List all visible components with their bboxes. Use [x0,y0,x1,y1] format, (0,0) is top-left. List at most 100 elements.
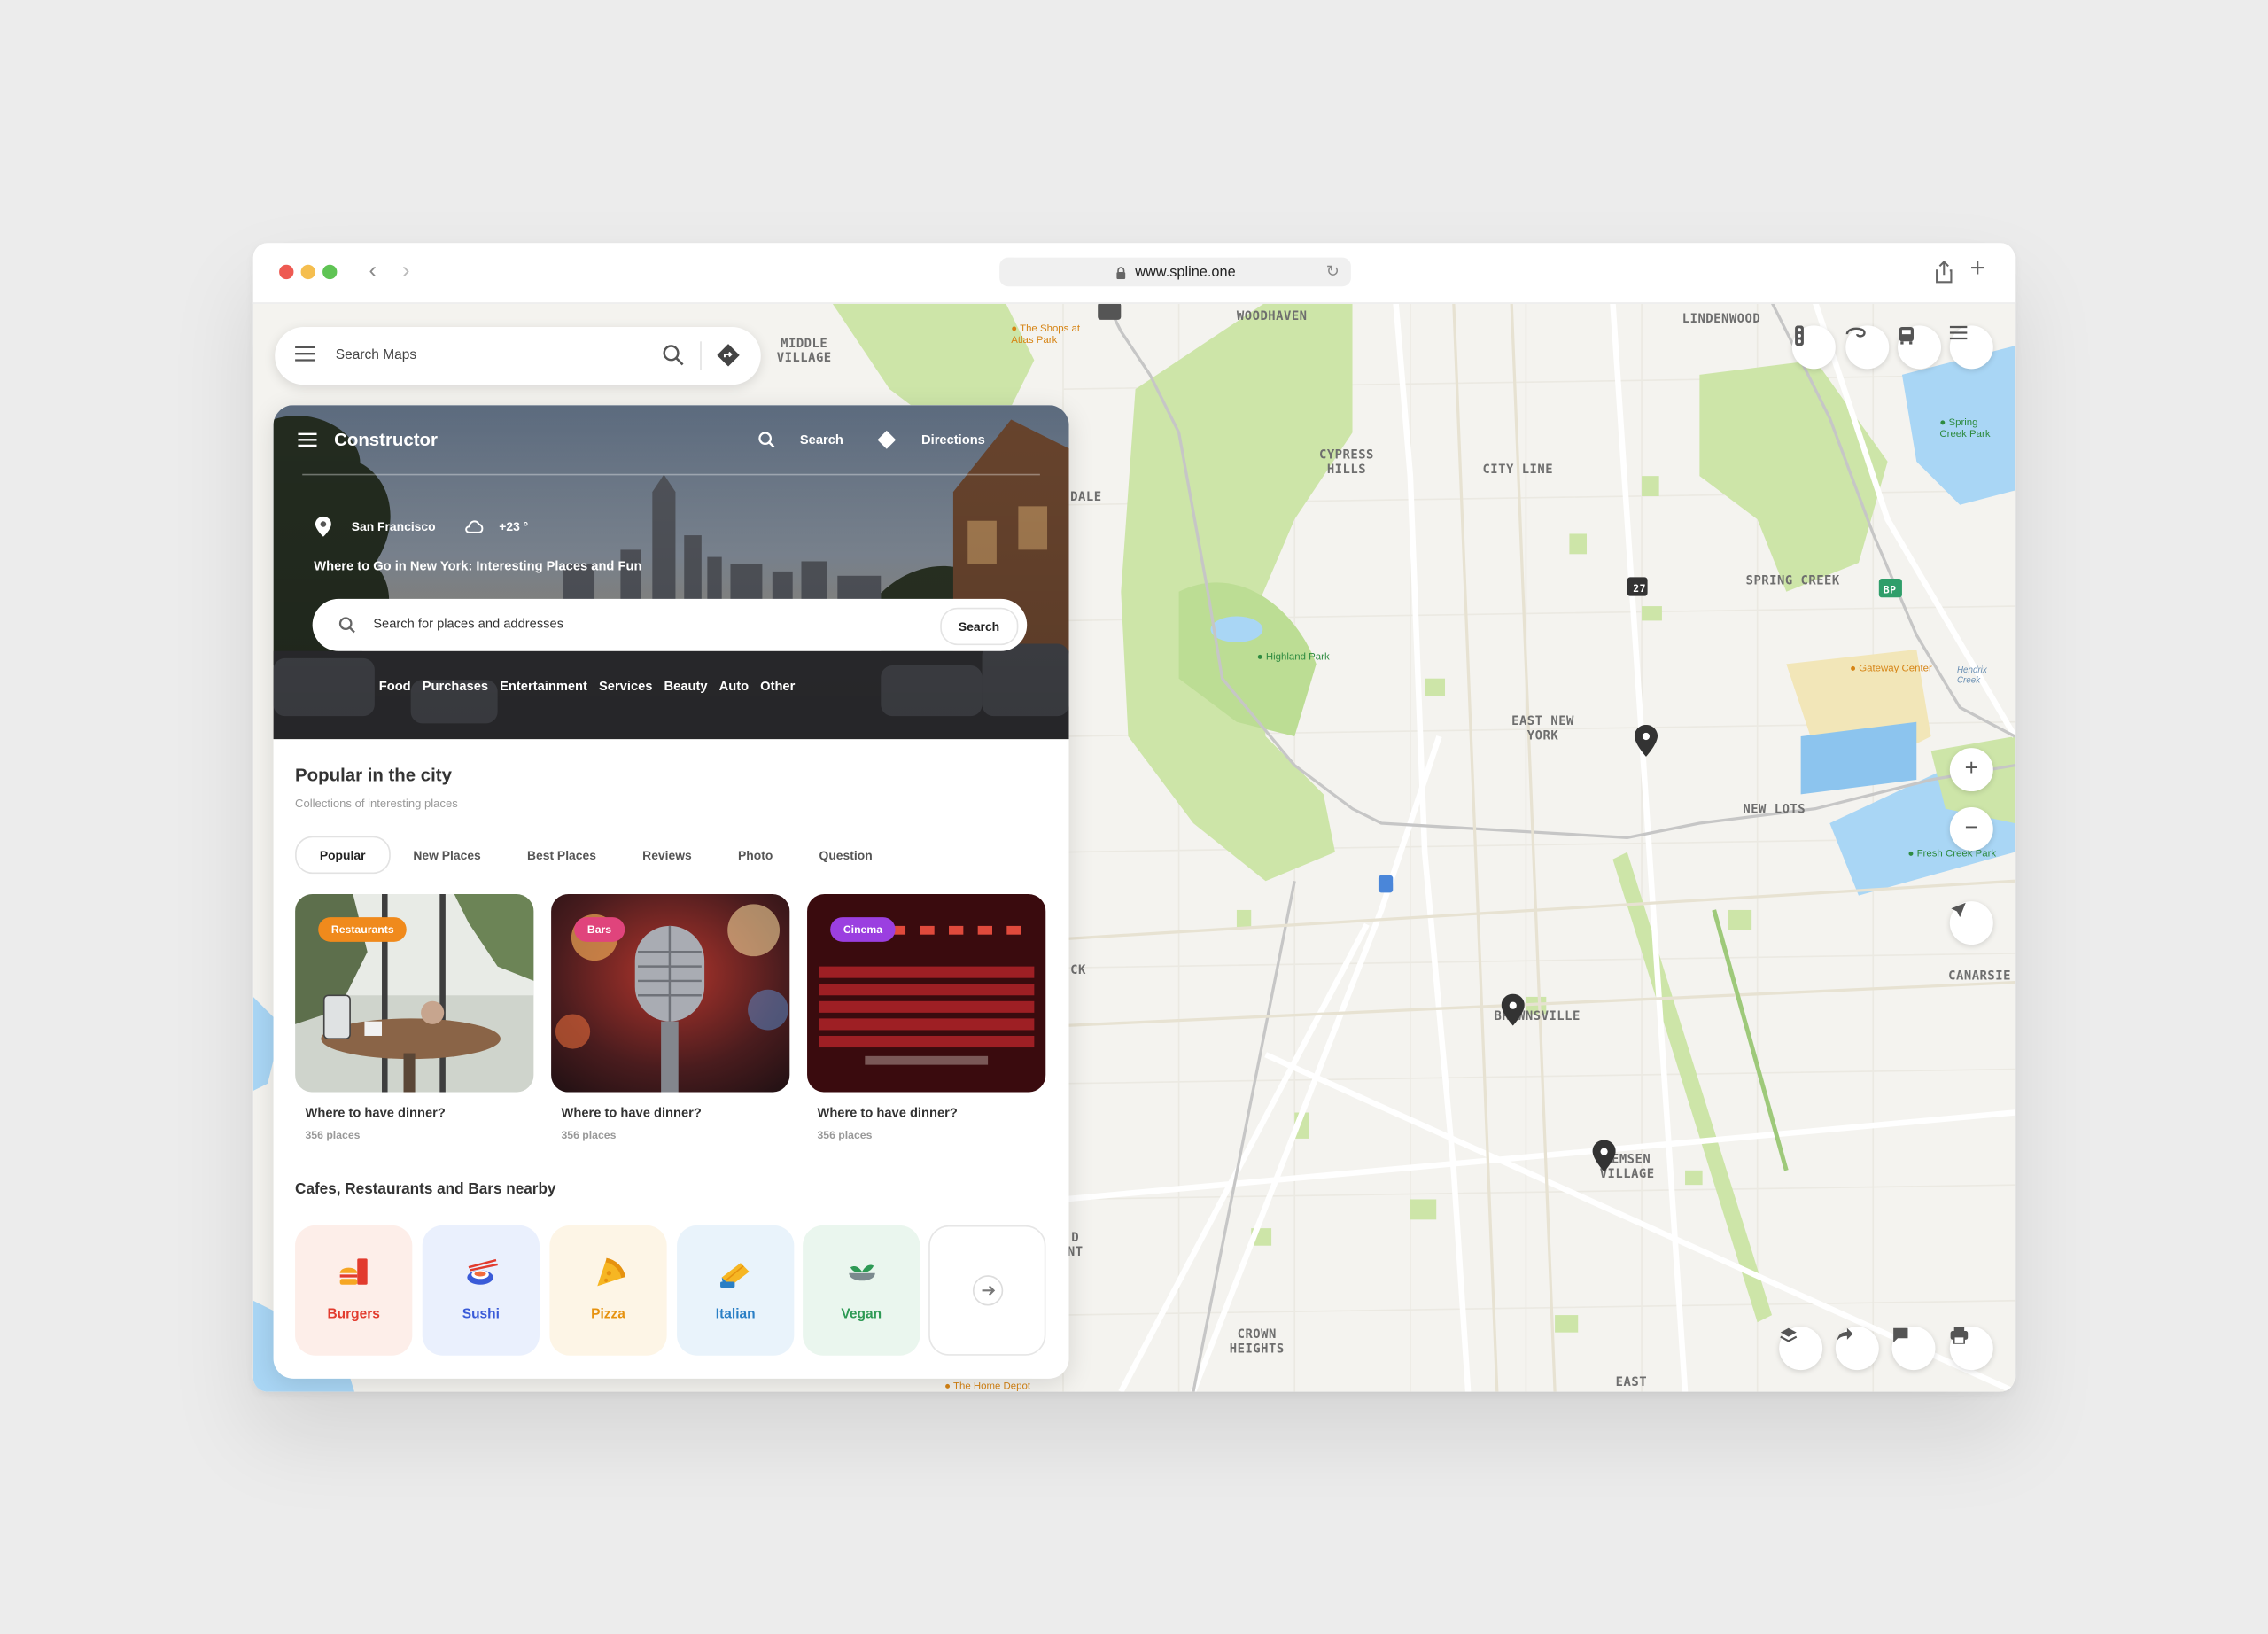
card-count: 356 places [305,1128,361,1142]
locate-me-icon[interactable] [1949,901,1993,945]
poi-pin-icon: ● [1939,417,1949,429]
search-icon [338,617,355,634]
places-search-box[interactable]: Search for places and addresses Search [312,598,1028,651]
route-icon[interactable] [1845,325,1890,370]
poi-shops-atlas[interactable]: ● The Shops at Atlas Park [1011,324,1080,347]
hero-banner: Constructor Search Directions San Franci… [273,405,1069,740]
vegan-icon [848,1264,874,1281]
poi-pin-icon: ● [1907,849,1917,860]
maximize-window-button[interactable] [322,264,338,280]
category-entertainment[interactable]: Entertainment [500,679,587,693]
poi-spring-creek-park[interactable]: ● Spring Creek Park [1939,418,1990,441]
poi-home-depot[interactable]: ● The Home Depot [944,1381,1030,1391]
card-image: Bars [551,893,790,1093]
constructor-panel: Constructor Search Directions San Franci… [273,405,1069,1379]
hero-headline: Where to Go in New York: Interesting Pla… [314,558,642,573]
category-purchases[interactable]: Purchases [423,679,488,693]
poi-fresh-creek-park[interactable]: ● Fresh Creek Park [1907,849,1996,859]
search-icon[interactable] [663,345,684,366]
lock-icon [1115,266,1125,279]
poi-highland-park[interactable]: ● Highland Park [1257,652,1330,662]
hamburger-menu-icon[interactable] [298,432,317,447]
italian-icon [719,1263,749,1288]
menu-icon[interactable] [1949,325,1993,370]
places-search-button[interactable]: Search [939,607,1019,646]
tab-popular[interactable]: Popular [295,836,391,875]
collection-card-restaurants[interactable]: Restaurants Where to have dinner? 356 pl… [295,893,534,1142]
collection-card-cinema[interactable]: Cinema Where to have dinner? 356 places [807,893,1046,1141]
print-icon[interactable] [1949,1327,1993,1371]
layers-icon[interactable] [1779,1327,1823,1371]
transit-icon[interactable] [1898,325,1942,370]
directions-icon[interactable] [716,343,741,368]
arrow-right-icon [972,1275,1003,1306]
sushi-icon [466,1258,498,1285]
browser-window: ‹ › www.spline.one ↻ + 27 BP MIDDLE VILL… [252,243,2016,1392]
reload-icon[interactable]: ↻ [1326,262,1340,281]
map-label-east-new-york: EAST NEW YORK [1511,714,1574,744]
map-label-woodhaven: WOODHAVEN [1236,309,1308,324]
tile-label: Sushi [462,1306,500,1323]
places-search-placeholder[interactable]: Search for places and addresses [373,617,563,631]
traffic-icon[interactable] [1791,325,1836,370]
map-search-bar[interactable]: Search Maps [275,326,761,385]
map-marker-icon[interactable] [1634,724,1658,757]
nearby-tile-vegan[interactable]: Vegan [803,1225,920,1356]
address-bar[interactable]: www.spline.one ↻ [999,257,1351,287]
hamburger-menu-icon[interactable] [295,346,315,362]
zoom-in-button[interactable]: + [1949,748,1993,792]
location-label[interactable]: San Francisco [352,519,436,533]
category-beauty[interactable]: Beauty [664,679,708,693]
tab-reviews[interactable]: Reviews [619,837,715,872]
poi-pin-icon: ● [1850,664,1860,674]
category-links: Food Purchases Entertainment Services Be… [379,679,796,693]
directions-icon[interactable] [876,430,897,450]
close-window-button[interactable] [279,264,294,280]
map-label-new-lots: NEW LOTS [1743,803,1806,818]
tab-photo[interactable]: Photo [715,837,796,872]
map-label-middle-village: MIDDLE VILLAGE [776,337,832,367]
category-food[interactable]: Food [379,679,411,693]
search-icon[interactable] [758,432,776,449]
card-badge: Cinema [830,917,896,942]
location-pin-icon [315,516,331,537]
card-title: Where to have dinner? [817,1105,958,1120]
map-marker-icon[interactable] [1501,993,1525,1026]
nearby-tile-sushi[interactable]: Sushi [422,1225,540,1356]
tab-new-places[interactable]: New Places [390,837,504,872]
poi-pin-icon: ● [1011,323,1021,335]
card-title: Where to have dinner? [561,1105,702,1120]
tab-best-places[interactable]: Best Places [504,837,619,872]
nearby-tile-burgers[interactable]: Burgers [295,1225,413,1356]
minimize-window-button[interactable] [300,264,315,280]
feedback-icon[interactable] [1891,1327,1936,1371]
card-badge: Bars [574,917,625,942]
pizza-icon [596,1257,625,1287]
share-map-icon[interactable] [1835,1327,1879,1371]
nearby-more-button[interactable] [928,1225,1046,1356]
back-arrow-icon[interactable]: ‹ [369,259,377,284]
nav-search-link[interactable]: Search [800,432,843,447]
poi-hendrix-creek: Hendrix Creek [1956,666,1987,686]
map-label-city-line: CITY LINE [1482,463,1554,478]
map-search-placeholder[interactable]: Search Maps [336,347,416,363]
category-auto[interactable]: Auto [719,679,749,693]
forward-arrow-icon[interactable]: › [402,259,410,284]
card-image: Cinema [807,893,1046,1093]
tab-question[interactable]: Question [796,837,895,872]
nav-directions-link[interactable]: Directions [921,432,985,447]
nearby-tile-italian[interactable]: Italian [677,1225,795,1356]
burger-icon [338,1258,367,1285]
panel-title: Constructor [334,429,438,450]
poi-gateway-center[interactable]: ● Gateway Center [1850,664,1932,673]
share-icon[interactable] [1934,261,1954,284]
nearby-tile-pizza[interactable]: Pizza [549,1225,667,1356]
category-services[interactable]: Services [599,679,652,693]
zoom-out-button[interactable]: − [1949,807,1993,851]
map-marker-icon[interactable] [1592,1140,1616,1172]
category-other[interactable]: Other [760,679,795,693]
popular-section-subtitle: Collections of interesting places [295,797,458,811]
new-tab-icon[interactable]: + [1970,253,1985,284]
bp-shield: BP [1883,584,1897,596]
collection-card-bars[interactable]: Bars Where to have dinner? 356 places [551,893,790,1141]
